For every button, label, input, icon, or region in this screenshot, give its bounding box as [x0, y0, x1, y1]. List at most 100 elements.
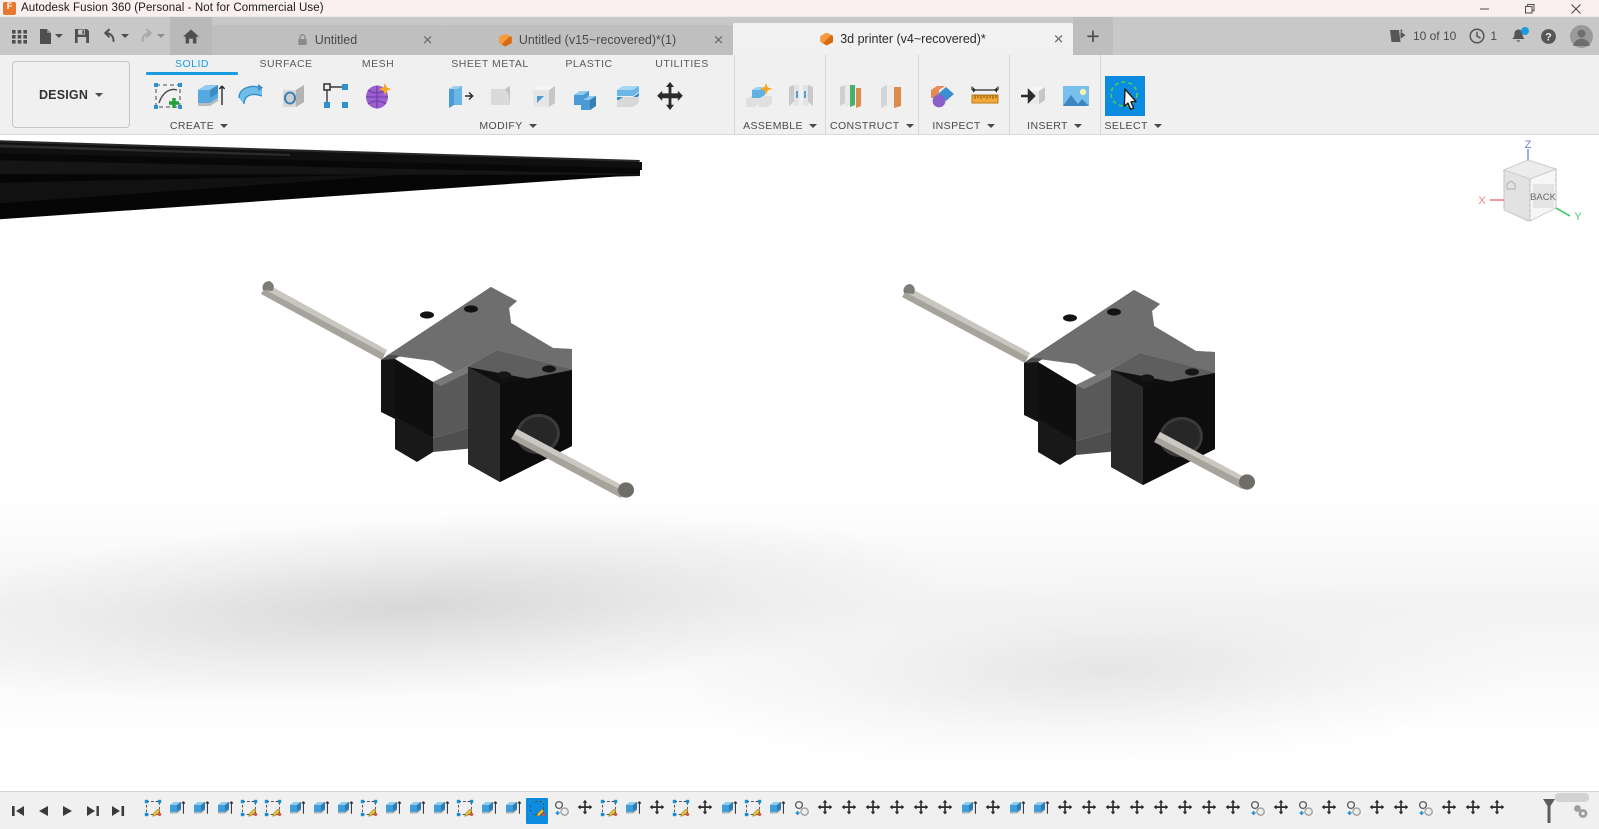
insert-derive-icon[interactable]	[1014, 76, 1054, 116]
timeline-feature-joint[interactable]	[1294, 798, 1316, 824]
interference-icon[interactable]	[923, 76, 963, 116]
step-forward-icon[interactable]	[81, 796, 105, 826]
timeline-feature-extrude[interactable]	[334, 798, 356, 824]
history-status[interactable]: 1	[1469, 28, 1497, 44]
measure-icon[interactable]	[965, 76, 1005, 116]
timeline-settings-icon[interactable]	[1571, 802, 1589, 820]
timeline-feature-move[interactable]	[646, 798, 668, 824]
timeline-feature-move[interactable]	[1078, 798, 1100, 824]
timeline-feature-joint[interactable]	[1342, 798, 1364, 824]
chevron-down-icon[interactable]	[906, 124, 914, 128]
offset-plane-icon[interactable]	[830, 76, 870, 116]
close-icon[interactable]: ✕	[1053, 33, 1064, 46]
skip-start-icon[interactable]	[6, 796, 30, 826]
timeline-feature-move[interactable]	[1318, 798, 1340, 824]
mesh-body-icon[interactable]	[358, 76, 398, 116]
timeline-feature-move[interactable]	[1462, 798, 1484, 824]
create-dropdown[interactable]: CREATE	[144, 118, 424, 134]
redo-arrow-icon[interactable]	[134, 21, 168, 51]
move-copy-icon[interactable]	[650, 76, 690, 116]
timeline-feature-sketch[interactable]	[262, 798, 284, 824]
timeline-feature-joint[interactable]	[550, 798, 572, 824]
minimize-icon[interactable]	[1461, 0, 1507, 17]
timeline-feature-move[interactable]	[1270, 798, 1292, 824]
timeline-feature-sketch[interactable]	[742, 798, 764, 824]
extrude-icon[interactable]	[190, 76, 230, 116]
job-status[interactable]: 10 of 10	[1389, 28, 1456, 44]
timeline-feature-move[interactable]	[1150, 798, 1172, 824]
timeline-feature-move[interactable]	[1126, 798, 1148, 824]
timeline-feature-move[interactable]	[886, 798, 908, 824]
timeline-feature-sketch[interactable]	[526, 798, 548, 824]
offset-face-icon[interactable]	[608, 76, 648, 116]
chevron-down-icon[interactable]	[1074, 124, 1082, 128]
tab-mesh[interactable]: MESH	[332, 55, 424, 72]
skip-end-icon[interactable]	[106, 796, 130, 826]
construct-dropdown[interactable]: CONSTRUCT	[830, 118, 914, 134]
timeline-feature-move[interactable]	[1438, 798, 1460, 824]
chevron-down-icon[interactable]	[1154, 124, 1162, 128]
new-tab-button[interactable]: +	[1073, 17, 1113, 55]
view-cube[interactable]: BACK Z X Y	[1460, 140, 1595, 245]
avatar[interactable]	[1570, 25, 1593, 48]
timeline-feature-joint[interactable]	[1246, 798, 1268, 824]
create-sketch-icon[interactable]	[148, 76, 188, 116]
close-icon[interactable]: ✕	[422, 34, 433, 47]
step-back-icon[interactable]	[31, 796, 55, 826]
timeline-feature-move[interactable]	[694, 798, 716, 824]
select-lasso-icon[interactable]	[1105, 76, 1145, 116]
new-component-icon[interactable]	[739, 76, 779, 116]
tab-sheet-metal[interactable]: SHEET METAL	[436, 55, 544, 72]
tab-utilities[interactable]: UTILITIES	[634, 55, 730, 72]
fillet-icon[interactable]	[482, 76, 522, 116]
timeline-feature-move[interactable]	[838, 798, 860, 824]
chevron-down-icon[interactable]	[809, 124, 817, 128]
chevron-down-icon[interactable]	[55, 34, 63, 38]
timeline-feature-move[interactable]	[1222, 798, 1244, 824]
timeline-feature-sketch[interactable]	[238, 798, 260, 824]
timeline-end-marker[interactable]	[1541, 798, 1557, 824]
assemble-dropdown[interactable]: ASSEMBLE	[739, 118, 821, 134]
timeline-feature-list[interactable]	[130, 798, 1541, 824]
bearing-block-right[interactable]	[890, 141, 1290, 611]
timeline-feature-move[interactable]	[982, 798, 1004, 824]
timeline-feature-joint[interactable]	[790, 798, 812, 824]
help-button[interactable]: ?	[1540, 28, 1557, 45]
tab-surface[interactable]: SURFACE	[240, 55, 332, 72]
timeline-feature-extrude[interactable]	[502, 798, 524, 824]
timeline-feature-extrude[interactable]	[310, 798, 332, 824]
timeline-feature-move[interactable]	[814, 798, 836, 824]
file-icon[interactable]	[35, 21, 66, 51]
viewport-scrollbar-stub[interactable]	[1555, 793, 1589, 802]
timeline-feature-move[interactable]	[1198, 798, 1220, 824]
pattern-icon[interactable]	[316, 76, 356, 116]
select-dropdown[interactable]: SELECT	[1105, 118, 1162, 134]
shell-icon[interactable]	[524, 76, 564, 116]
tab-plastic[interactable]: PLASTIC	[544, 55, 634, 72]
timeline-feature-move[interactable]	[1390, 798, 1412, 824]
timeline-feature-sketch[interactable]	[454, 798, 476, 824]
timeline-feature-move[interactable]	[1486, 798, 1508, 824]
timeline-feature-extrude[interactable]	[406, 798, 428, 824]
timeline-feature-move[interactable]	[574, 798, 596, 824]
revolve-icon[interactable]	[232, 76, 272, 116]
document-tab-untitled[interactable]: Untitled ✕	[212, 25, 442, 55]
notifications-button[interactable]	[1510, 28, 1527, 45]
timeline-feature-extrude[interactable]	[430, 798, 452, 824]
timeline-feature-move[interactable]	[1174, 798, 1196, 824]
timeline-feature-extrude[interactable]	[190, 798, 212, 824]
timeline-feature-extrude[interactable]	[622, 798, 644, 824]
canvas-image-icon[interactable]	[1056, 76, 1096, 116]
chevron-down-icon[interactable]	[121, 34, 129, 38]
timeline-feature-extrude[interactable]	[478, 798, 500, 824]
combine-icon[interactable]	[566, 76, 606, 116]
chevron-down-icon[interactable]	[529, 124, 537, 128]
timeline-feature-move[interactable]	[934, 798, 956, 824]
home-icon[interactable]	[170, 17, 212, 55]
timeline-feature-extrude[interactable]	[1006, 798, 1028, 824]
timeline-feature-move[interactable]	[910, 798, 932, 824]
timeline-feature-sketch[interactable]	[598, 798, 620, 824]
close-icon[interactable]: ✕	[713, 34, 724, 47]
flange-icon[interactable]	[440, 76, 480, 116]
timeline-feature-extrude[interactable]	[286, 798, 308, 824]
